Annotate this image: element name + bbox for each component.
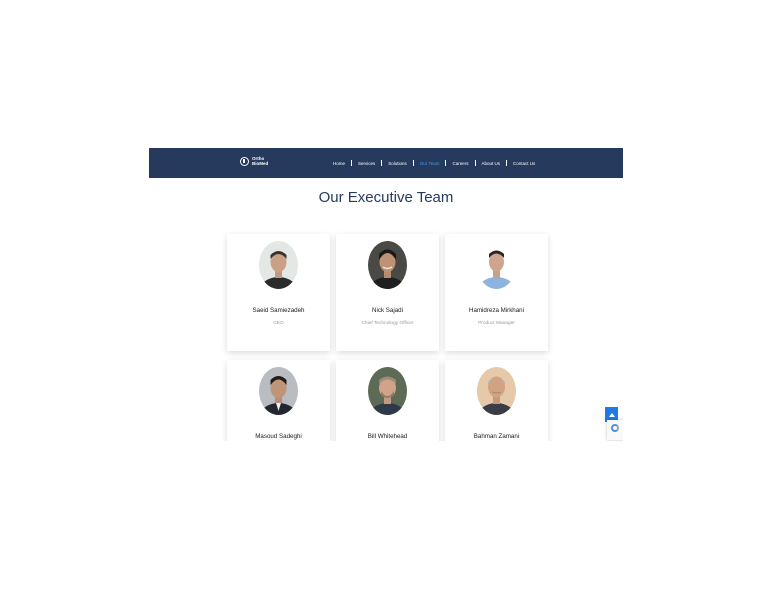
nav-link-about-us[interactable]: About Us — [482, 161, 501, 166]
logo-text: Ortho BioMed — [252, 156, 269, 166]
member-name: Bahman Zamani — [473, 433, 520, 440]
member-photo — [368, 367, 407, 415]
member-photo — [477, 367, 516, 415]
recaptcha-badge[interactable] — [607, 420, 623, 440]
member-role: Chief Technology Officer — [361, 321, 414, 326]
browser-viewport: Ortho BioMed Home Services Solutions Our… — [149, 148, 623, 441]
nav-divider — [412, 160, 414, 166]
nav-menu: Home Services Solutions Our Team Careers… — [333, 160, 535, 166]
team-member-card[interactable]: Saeid Samiezadeh CEO — [227, 234, 330, 351]
arrow-up-icon — [608, 412, 615, 417]
member-photo — [259, 367, 298, 415]
logo-icon — [240, 157, 249, 167]
member-name: Nick Sajadi — [372, 307, 403, 314]
nav-divider — [445, 160, 447, 166]
team-member-card[interactable]: Nick Sajadi Chief Technology Officer — [336, 234, 439, 351]
nav-link-contact-us[interactable]: Contact Us — [513, 161, 535, 166]
team-member-card[interactable]: Masoud Sadeghi — [227, 360, 330, 441]
member-photo — [368, 241, 407, 289]
nav-divider — [351, 160, 353, 166]
member-role: Product Manager — [478, 321, 515, 326]
nav-link-home[interactable]: Home — [333, 161, 345, 166]
member-name: Saeid Samiezadeh — [252, 307, 305, 314]
nav-divider — [381, 160, 383, 166]
recaptcha-icon — [611, 424, 619, 432]
nav-link-solutions[interactable]: Solutions — [388, 161, 407, 166]
member-name: Hamidreza Mirkhani — [468, 307, 525, 314]
top-navbar: Ortho BioMed Home Services Solutions Our… — [149, 148, 623, 178]
page-title: Our Executive Team — [318, 189, 454, 206]
nav-divider — [474, 160, 476, 166]
member-name: Masoud Sadeghi — [255, 433, 302, 440]
member-photo — [259, 241, 298, 289]
team-member-card[interactable]: Bill Whitehead — [336, 360, 439, 441]
member-photo — [477, 241, 516, 289]
nav-link-services[interactable]: Services — [358, 161, 375, 166]
nav-link-careers[interactable]: Careers — [452, 161, 468, 166]
nav-divider — [506, 160, 508, 166]
team-member-card[interactable]: Bahman Zamani — [445, 360, 548, 441]
member-name: Bill Whitehead — [367, 433, 408, 440]
brand-logo[interactable]: Ortho BioMed — [240, 156, 274, 167]
nav-link-our-team[interactable]: Our Team — [420, 161, 440, 166]
team-member-card[interactable]: Hamidreza Mirkhani Product Manager — [445, 234, 548, 351]
member-role: CEO — [273, 321, 284, 326]
